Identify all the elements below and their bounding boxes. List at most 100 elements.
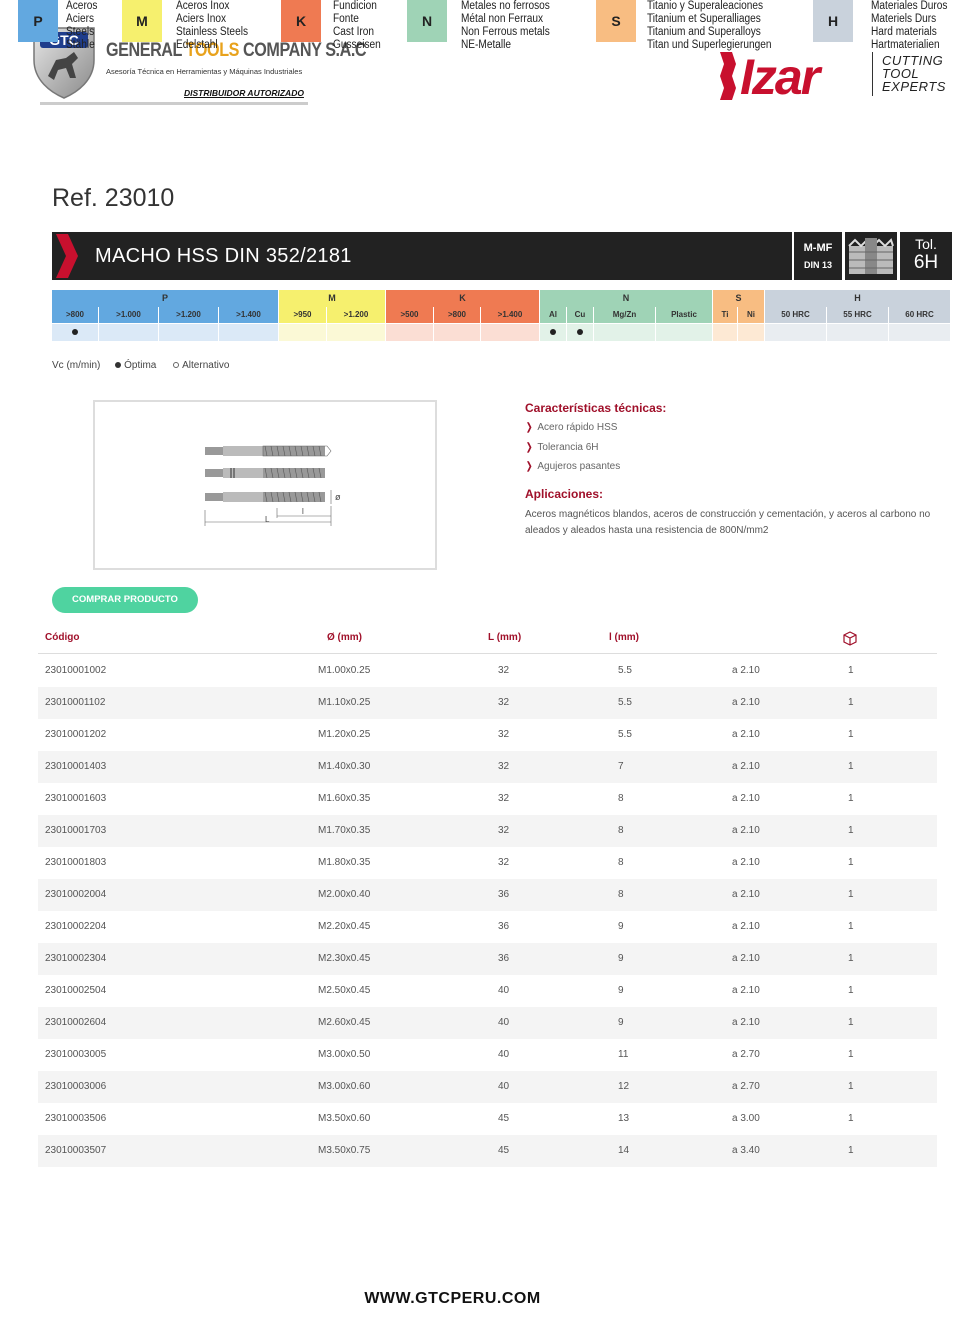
table-cell: 40: [498, 985, 510, 996]
material-legend-label: Aceros Aciers Steels Stähle: [66, 0, 98, 51]
material-sub-12: Plastic: [656, 307, 712, 323]
table-cell: a 2.10: [732, 697, 760, 708]
table-cell: a 2.10: [732, 793, 760, 804]
material-legend-label: Titanio y Superaleaciones Titanium et Sup…: [647, 0, 772, 51]
table-cell: 32: [498, 793, 510, 804]
table-cell: 8: [618, 825, 624, 836]
website-link[interactable]: WWW.GTCPERU.COM: [0, 1290, 905, 1308]
material-legend-label: Materiales Duros Materiels Durs Hard mater…: [871, 0, 948, 51]
table-cell: 32: [498, 729, 510, 740]
material-rating-2: [159, 324, 218, 341]
table-row[interactable]: 23010001102 M1.10x0.25 32 5.5 a 2.10 1: [38, 687, 937, 719]
table-cell: M1.60x0.35: [318, 793, 371, 804]
list-item: ❭ Agujeros pasantes: [525, 461, 621, 472]
table-cell: 1: [848, 953, 854, 964]
table-cell: 9: [618, 985, 624, 996]
material-group-S: S: [713, 290, 764, 307]
material-rating-9: [540, 324, 566, 341]
diameter-label: ø: [335, 492, 341, 502]
table-cell: M2.50x0.45: [318, 985, 371, 996]
table-row[interactable]: 23010002604 M2.60x0.45 40 9 a 2.10 1: [38, 1007, 937, 1039]
thread-profile-icon: [845, 232, 897, 280]
table-row[interactable]: 23010002004 M2.00x0.40 36 8 a 2.10 1: [38, 879, 937, 911]
material-sub-16: 55 HRC: [827, 307, 888, 323]
material-sub-1: >1.000: [99, 307, 158, 323]
material-legend-H: H: [813, 0, 853, 42]
product-table: 23010001002 M1.00x0.25 32 5.5 a 2.10 1 2301000…: [38, 655, 937, 1167]
applications-text: Aceros magnéticos blandos, aceros de con…: [525, 509, 931, 536]
list-item: ❭ Tolerancia 6H: [525, 441, 599, 453]
table-row[interactable]: 23010001202 M1.20x0.25 32 5.5 a 2.10 1: [38, 719, 937, 751]
material-rating-10: [567, 324, 593, 341]
table-cell: M1.40x0.30: [318, 761, 371, 772]
material-rating-11: [594, 324, 655, 341]
header-L: L (mm): [488, 632, 522, 643]
arrow-icon: ❭: [525, 422, 534, 433]
table-cell: 12: [618, 1081, 630, 1092]
material-group-K: K: [386, 290, 539, 307]
material-rating-17: [889, 324, 950, 341]
table-cell: 23010001703: [45, 825, 107, 836]
table-row[interactable]: 23010001403 M1.40x0.30 32 7 a 2.10 1: [38, 751, 937, 783]
table-cell: 1: [848, 825, 854, 836]
table-row[interactable]: 23010001002 M1.00x0.25 32 5.5 a 2.10 1: [38, 655, 937, 687]
table-cell: 23010001803: [45, 857, 107, 868]
table-cell: M3.00x0.50: [318, 1049, 371, 1060]
table-cell: M1.70x0.35: [318, 825, 371, 836]
material-rating-5: [327, 324, 385, 341]
material-legend-K: K: [281, 0, 321, 42]
table-cell: M3.50x0.75: [318, 1145, 371, 1156]
table-row[interactable]: 23010001603 M1.60x0.35 32 8 a 2.10 1: [38, 783, 937, 815]
table-cell: 40: [498, 1017, 510, 1028]
table-cell: 23010001403: [45, 761, 107, 772]
standard-box: M-MF DIN 13: [794, 232, 842, 280]
table-row[interactable]: 23010003006 M3.00x0.60 40 12 a 2.70 1: [38, 1071, 937, 1103]
material-group-N: N: [540, 290, 712, 307]
table-row[interactable]: 23010001803 M1.80x0.35 32 8 a 2.10 1: [38, 847, 937, 879]
table-cell: 1: [848, 1113, 854, 1124]
material-legend-label: Fundicion Fonte Cast Iron Gusseisen: [333, 0, 381, 51]
material-legend-M: M: [122, 0, 162, 42]
table-cell: 36: [498, 953, 510, 964]
brand-tagline: CUTTING TOOL EXPERTS: [882, 53, 946, 94]
material-rating-8: [481, 324, 539, 341]
table-row[interactable]: 23010003005 M3.00x0.50 40 11 a 2.70 1: [38, 1039, 937, 1071]
table-cell: 7: [618, 761, 624, 772]
table-cell: 8: [618, 857, 624, 868]
table-header: Código Ø (mm) L (mm) l (mm): [38, 628, 937, 654]
table-cell: M1.80x0.35: [318, 857, 371, 868]
table-cell: 23010002204: [45, 921, 107, 932]
table-cell: 23010002504: [45, 985, 107, 996]
table-row[interactable]: 23010003507 M3.50x0.75 45 14 a 3.40 1: [38, 1135, 937, 1167]
characteristics-list: ❭ Acero rápido HSS ❭ Tolerancia 6H ❭ Agujer…: [525, 422, 620, 481]
optimal-dot-icon: [550, 329, 556, 335]
table-row[interactable]: 23010002504 M2.50x0.45 40 9 a 2.10 1: [38, 975, 937, 1007]
material-sub-6: >500: [386, 307, 433, 323]
buy-product-button[interactable]: COMPRAR PRODUCTO: [52, 587, 198, 613]
list-item: ❭ Acero rápido HSS: [525, 422, 618, 433]
table-cell: a 2.10: [732, 889, 760, 900]
table-cell: 9: [618, 953, 624, 964]
characteristics-title: Características técnicas:: [525, 401, 667, 415]
table-cell: 1: [848, 793, 854, 804]
table-cell: a 2.10: [732, 985, 760, 996]
table-cell: 8: [618, 793, 624, 804]
material-group-P: P: [52, 290, 278, 307]
material-rating-4: [279, 324, 326, 341]
arrow-icon: ❭: [525, 441, 534, 453]
material-rating-12: [656, 324, 712, 341]
tap-1: [205, 445, 332, 457]
table-cell: a 2.10: [732, 825, 760, 836]
material-sub-2: >1.200: [159, 307, 218, 323]
material-sub-11: Mg/Zn: [594, 307, 655, 323]
table-row[interactable]: 23010003506 M3.50x0.60 45 13 a 3.00 1: [38, 1103, 937, 1135]
table-cell: M2.00x0.40: [318, 889, 371, 900]
table-row[interactable]: 23010002204 M2.20x0.45 36 9 a 2.10 1: [38, 911, 937, 943]
alternative-dot-icon: [173, 362, 180, 368]
material-sub-13: Ti: [713, 307, 737, 323]
table-row[interactable]: 23010002304 M2.30x0.45 36 9 a 2.10 1: [38, 943, 937, 975]
table-row[interactable]: 23010001703 M1.70x0.35 32 8 a 2.10 1: [38, 815, 937, 847]
material-rating-6: [386, 324, 433, 341]
table-cell: 32: [498, 665, 510, 676]
tolerance-box: Tol. 6H: [900, 232, 952, 280]
